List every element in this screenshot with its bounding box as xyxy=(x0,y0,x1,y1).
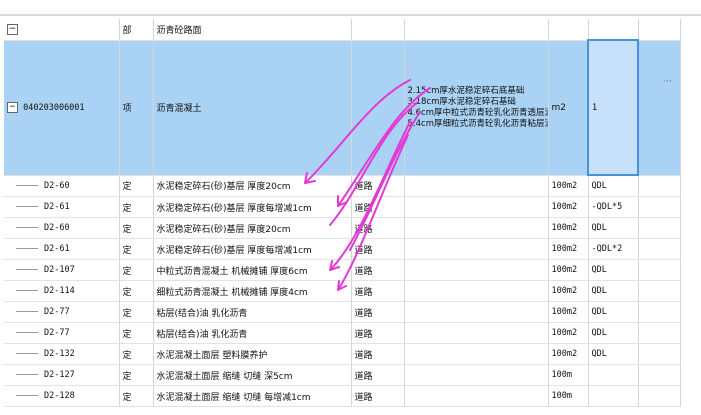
handwritten-arrows xyxy=(304,79,431,291)
arrow-stroke xyxy=(329,121,411,271)
arrow-stroke xyxy=(349,111,421,251)
arrow-stroke xyxy=(329,101,419,226)
